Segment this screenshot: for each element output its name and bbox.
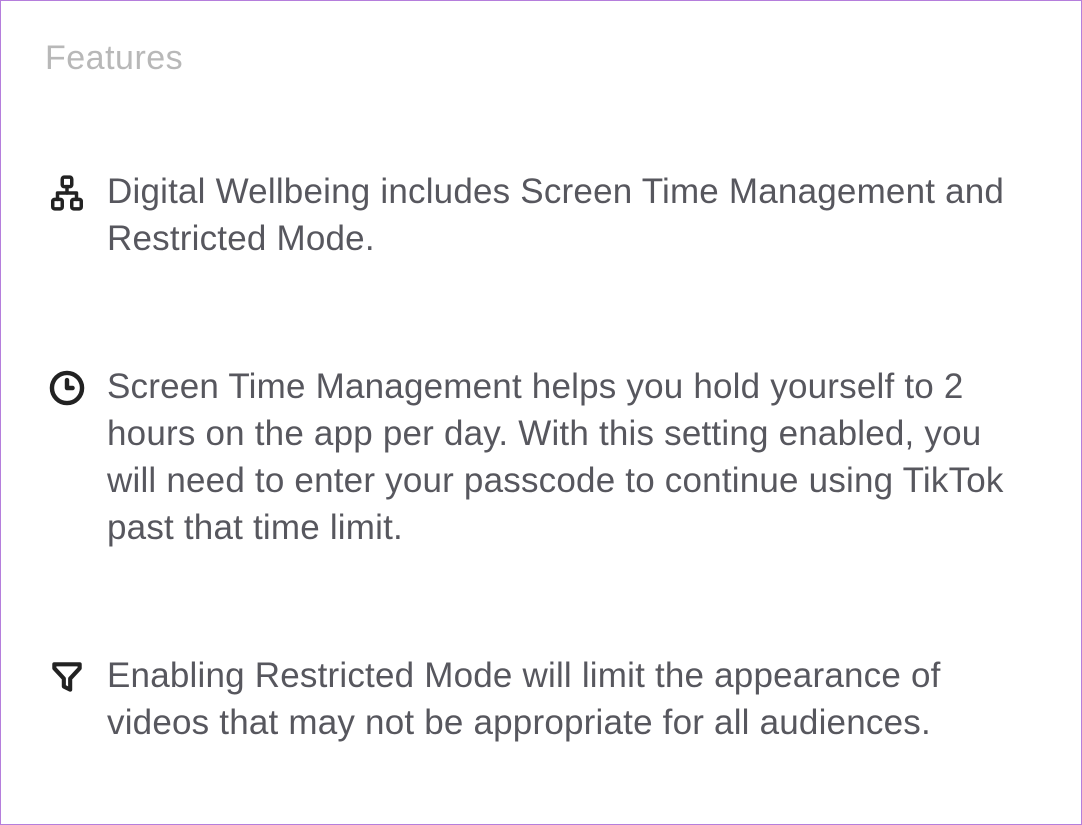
features-panel: Features Digital Wellbeing includes Scre… <box>0 0 1082 825</box>
feature-text: Screen Time Management helps you hold yo… <box>107 363 1037 552</box>
hierarchy-icon <box>45 168 89 212</box>
feature-text: Enabling Restricted Mode will limit the … <box>107 652 1037 747</box>
feature-text: Digital Wellbeing includes Screen Time M… <box>107 168 1037 263</box>
section-heading: Features <box>45 39 1037 78</box>
feature-list: Digital Wellbeing includes Screen Time M… <box>45 168 1037 746</box>
feature-item: Screen Time Management helps you hold yo… <box>45 363 1037 552</box>
clock-icon <box>45 363 89 407</box>
feature-item: Enabling Restricted Mode will limit the … <box>45 652 1037 747</box>
feature-item: Digital Wellbeing includes Screen Time M… <box>45 168 1037 263</box>
filter-icon <box>45 652 89 696</box>
